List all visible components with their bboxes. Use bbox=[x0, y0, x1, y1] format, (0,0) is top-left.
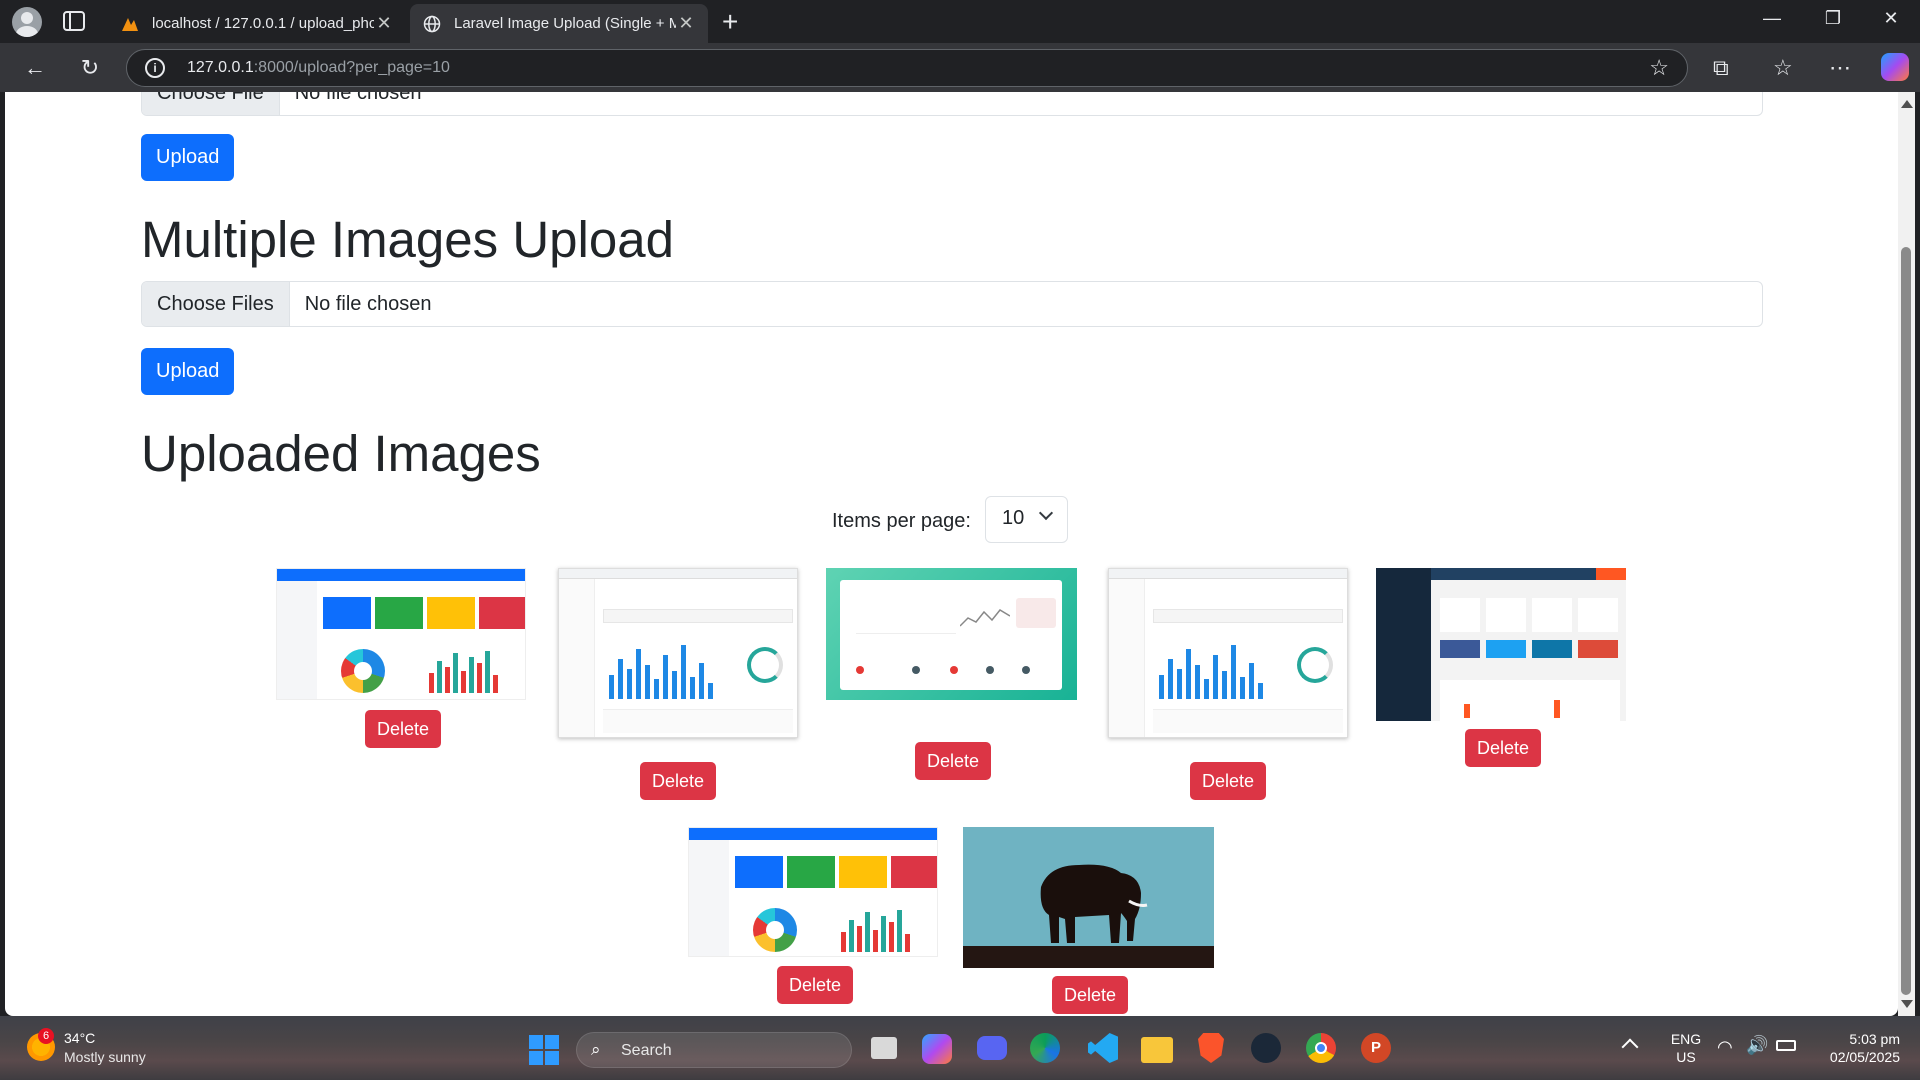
choose-file-button[interactable]: Choose File bbox=[142, 92, 280, 115]
more-menu-icon[interactable]: ⋯ bbox=[1829, 55, 1851, 81]
globe-icon bbox=[422, 14, 442, 34]
tab-title: localhost / 127.0.0.1 / upload_phc bbox=[152, 15, 374, 32]
tab-laravel-upload[interactable]: Laravel Image Upload (Single + M ✕ bbox=[410, 4, 708, 43]
powerpoint-icon[interactable]: P bbox=[1361, 1033, 1391, 1063]
file-explorer-icon[interactable] bbox=[1141, 1037, 1173, 1063]
volume-icon[interactable]: 🔊 bbox=[1746, 1035, 1768, 1056]
phpmyadmin-icon bbox=[120, 14, 140, 34]
taskbar-search[interactable]: ⌕ Search bbox=[576, 1032, 852, 1068]
scroll-up-arrow-icon[interactable] bbox=[1901, 100, 1913, 108]
search-placeholder: Search bbox=[621, 1042, 672, 1059]
items-per-page-label: Items per page: bbox=[832, 510, 971, 532]
chevron-down-icon bbox=[1038, 505, 1054, 521]
uploaded-image bbox=[276, 568, 526, 700]
language-indicator[interactable]: ENG US bbox=[1666, 1030, 1706, 1066]
close-tab-icon[interactable]: ✕ bbox=[374, 13, 394, 34]
uploaded-image bbox=[963, 827, 1214, 968]
delete-image-button[interactable]: Delete bbox=[640, 762, 717, 800]
wifi-icon[interactable]: ◠ bbox=[1717, 1037, 1733, 1058]
page-viewport: Choose File No file chosen Upload Multip… bbox=[5, 92, 1898, 1016]
scrollbar-thumb[interactable] bbox=[1901, 247, 1911, 995]
weather-desc[interactable]: Mostly sunny bbox=[64, 1049, 146, 1065]
region-code: US bbox=[1676, 1049, 1696, 1065]
file-status: No file chosen bbox=[294, 92, 422, 104]
chevron-up-icon[interactable] bbox=[1621, 1038, 1639, 1056]
windows-start-icon[interactable] bbox=[529, 1035, 559, 1065]
favorites-icon[interactable]: ☆ bbox=[1773, 55, 1793, 81]
weather-badge: 6 bbox=[38, 1028, 54, 1044]
search-icon: ⌕ bbox=[591, 1040, 601, 1059]
browser-toolbar: ← ↻ i 127.0.0.1:8000/upload?per_page=10 … bbox=[0, 43, 1920, 92]
extensions-icon[interactable]: ⧉ bbox=[1713, 55, 1729, 81]
copilot-app-icon[interactable] bbox=[922, 1034, 952, 1064]
items-per-page-select[interactable]: 10 bbox=[985, 496, 1068, 543]
uploaded-image bbox=[558, 568, 798, 738]
delete-image-button[interactable]: Delete bbox=[1190, 762, 1267, 800]
uploaded-image bbox=[826, 568, 1077, 700]
uploaded-image bbox=[1376, 568, 1626, 721]
tab-actions-icon[interactable] bbox=[63, 11, 85, 31]
battery-icon[interactable] bbox=[1776, 1040, 1796, 1051]
favorite-star-icon[interactable]: ☆ bbox=[1649, 55, 1669, 81]
brave-icon[interactable] bbox=[1198, 1033, 1224, 1063]
address-bar[interactable]: i 127.0.0.1:8000/upload?per_page=10 ☆ bbox=[126, 49, 1688, 87]
reload-icon[interactable]: ↻ bbox=[75, 53, 105, 83]
tab-title: Laravel Image Upload (Single + M bbox=[454, 15, 676, 32]
multiple-file-input[interactable]: Choose Files No file chosen bbox=[141, 281, 1763, 327]
delete-image-button[interactable]: Delete bbox=[915, 742, 992, 780]
close-tab-icon[interactable]: ✕ bbox=[676, 13, 696, 34]
clock[interactable]: 5:03 pm 02/05/2025 bbox=[1812, 1030, 1900, 1066]
upload-multiple-button[interactable]: Upload bbox=[141, 348, 235, 395]
choose-files-button[interactable]: Choose Files bbox=[142, 282, 290, 326]
profile-avatar[interactable] bbox=[12, 7, 42, 37]
items-per-page-value: 10 bbox=[1002, 507, 1025, 529]
tab-phpmyadmin[interactable]: localhost / 127.0.0.1 / upload_phc ✕ bbox=[108, 4, 406, 43]
minimize-icon[interactable]: — bbox=[1752, 8, 1792, 29]
discord-icon[interactable] bbox=[977, 1036, 1007, 1060]
vscode-icon[interactable] bbox=[1088, 1033, 1118, 1063]
delete-image-button[interactable]: Delete bbox=[777, 966, 854, 1004]
delete-image-button[interactable]: Delete bbox=[1465, 729, 1542, 767]
taskbar: 6 34°C Mostly sunny ⌕ Search P ENG US ◠ … bbox=[0, 1016, 1920, 1080]
steam-icon[interactable] bbox=[1251, 1033, 1281, 1063]
site-info-icon[interactable]: i bbox=[145, 58, 165, 78]
new-tab-icon[interactable]: + bbox=[722, 6, 738, 38]
uploaded-image bbox=[688, 827, 938, 957]
multiple-upload-heading: Multiple Images Upload bbox=[141, 211, 674, 268]
upload-single-button[interactable]: Upload bbox=[141, 134, 235, 181]
delete-image-button[interactable]: Delete bbox=[365, 710, 442, 748]
delete-image-button[interactable]: Delete bbox=[1052, 976, 1129, 1014]
url-text: 127.0.0.1:8000/upload?per_page=10 bbox=[187, 59, 450, 76]
clock-date: 02/05/2025 bbox=[1829, 1049, 1900, 1065]
uploaded-images-heading: Uploaded Images bbox=[141, 425, 541, 482]
close-window-icon[interactable]: ✕ bbox=[1871, 8, 1911, 29]
uploaded-image bbox=[1108, 568, 1348, 738]
files-status: No file chosen bbox=[304, 292, 432, 315]
chrome-icon[interactable] bbox=[1306, 1033, 1336, 1063]
edge-dev-icon[interactable] bbox=[1030, 1033, 1060, 1063]
back-arrow-icon[interactable]: ← bbox=[20, 53, 50, 83]
task-view-icon[interactable] bbox=[871, 1037, 897, 1059]
weather-temp[interactable]: 34°C bbox=[64, 1030, 95, 1046]
single-file-input[interactable]: Choose File No file chosen bbox=[141, 92, 1763, 116]
restore-icon[interactable]: ❐ bbox=[1813, 8, 1853, 29]
copilot-icon[interactable] bbox=[1881, 53, 1909, 81]
scroll-down-arrow-icon[interactable] bbox=[1901, 1000, 1913, 1008]
clock-time: 5:03 pm bbox=[1849, 1031, 1900, 1047]
page-scrollbar[interactable] bbox=[1898, 92, 1915, 1016]
lang-code: ENG bbox=[1670, 1031, 1702, 1047]
title-bar: localhost / 127.0.0.1 / upload_phc ✕ Lar… bbox=[0, 0, 1920, 43]
